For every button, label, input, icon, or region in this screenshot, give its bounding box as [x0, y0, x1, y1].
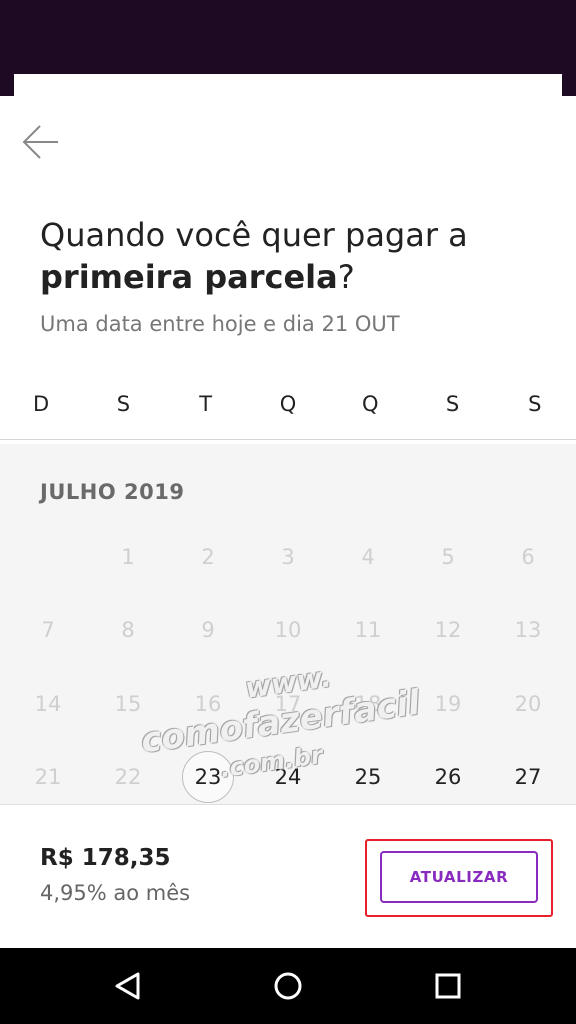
calendar-day: 19 [408, 667, 488, 741]
calendar-day-label: 22 [114, 765, 142, 790]
calendar-day-label: 4 [361, 544, 375, 569]
calendar-day: 9 [168, 594, 248, 668]
status-bar [0, 0, 576, 74]
arrow-left-icon [22, 125, 58, 159]
calendar-day: 4 [328, 520, 408, 594]
weekday-label: S [528, 392, 542, 416]
update-button[interactable]: ATUALIZAR [380, 851, 538, 903]
calendar-day[interactable]: 27 [488, 741, 568, 815]
calendar-day-label: 6 [521, 544, 535, 569]
nav-back-button[interactable] [104, 962, 152, 1010]
calendar-day-label: 2 [201, 544, 215, 569]
calendar-day: 5 [408, 520, 488, 594]
calendar-day: 17 [248, 667, 328, 741]
calendar-day: 3 [248, 520, 328, 594]
calendar-day-label: 7 [41, 618, 55, 643]
calendar-day: 6 [488, 520, 568, 594]
calendar-day-label: 15 [114, 691, 142, 716]
calendar-day: 12 [408, 594, 488, 668]
calendar: JULHO 2019 1 2 3 4 5 6 7 8 9 10 11 12 13 14 15 16 17 18 19… [0, 444, 576, 804]
calendar-day-label: 5 [441, 544, 455, 569]
calendar-day-label: 13 [514, 618, 542, 643]
weekday-label: T [199, 392, 213, 416]
weekday-label: Q [279, 392, 297, 416]
calendar-day[interactable]: 24 [248, 741, 328, 815]
calendar-day-selected[interactable]: 23 [168, 741, 248, 815]
interest-rate: 4,95% ao mês [40, 881, 191, 905]
calendar-day-label: 25 [354, 765, 382, 790]
calendar-day: 11 [328, 594, 408, 668]
calendar-day: 2 [168, 520, 248, 594]
calendar-day-label: 8 [121, 618, 135, 643]
calendar-day: 13 [488, 594, 568, 668]
weekday-label: D [33, 392, 50, 416]
calendar-day-label: 20 [514, 691, 542, 716]
weekday-label: Q [362, 392, 379, 416]
calendar-day: 16 [168, 667, 248, 741]
calendar-day-label: 12 [434, 618, 462, 643]
calendar-day-label: 21 [34, 765, 62, 790]
calendar-day-label: 9 [201, 618, 215, 643]
calendar-day-label: 1 [121, 544, 135, 569]
calendar-day[interactable]: 25 [328, 741, 408, 815]
calendar-day-label: 24 [274, 765, 302, 790]
circle-home-icon [274, 972, 302, 1000]
calendar-day: 21 [8, 741, 88, 815]
calendar-day-label: 3 [281, 544, 295, 569]
weekday-label: S [445, 392, 460, 416]
month-label: JULHO 2019 [40, 480, 185, 504]
title-suffix: ? [337, 258, 355, 296]
calendar-day-label: 18 [354, 691, 382, 716]
calendar-day[interactable]: 26 [408, 741, 488, 815]
title-emphasis: primeira parcela [40, 258, 338, 296]
square-recent-icon [435, 973, 461, 999]
calendar-day: 14 [8, 667, 88, 741]
calendar-day-label: 16 [194, 691, 222, 716]
calendar-day-label: 23 [182, 751, 234, 804]
nav-recent-button[interactable] [424, 962, 472, 1010]
date-picker-sheet: Quando você quer pagar a primeira parcel… [0, 96, 576, 948]
calendar-day: 8 [88, 594, 168, 668]
day-grid: 1 2 3 4 5 6 7 8 9 10 11 12 13 14 15 16 17 18 19 20 21 22 23 24 2… [8, 520, 568, 814]
summary-footer: R$ 178,35 4,95% ao mês ATUALIZAR [0, 804, 576, 948]
calendar-day: 18 [328, 667, 408, 741]
calendar-day: 10 [248, 594, 328, 668]
calendar-day-label: 10 [274, 618, 302, 643]
calendar-day-label: 14 [34, 691, 62, 716]
weekday-header: D S T Q Q S S [0, 376, 576, 440]
calendar-day: 7 [8, 594, 88, 668]
calendar-day: 20 [488, 667, 568, 741]
title-line1: Quando você quer pagar a [40, 216, 468, 254]
back-button[interactable] [18, 120, 62, 164]
calendar-day-label: 19 [434, 691, 462, 716]
calendar-day-label: 27 [514, 765, 542, 790]
calendar-day: 1 [88, 520, 168, 594]
calendar-day-label: 17 [274, 691, 302, 716]
date-range-hint: Uma data entre hoje e dia 21 OUT [40, 312, 400, 336]
nav-home-button[interactable] [264, 962, 312, 1010]
calendar-day [8, 520, 88, 594]
calendar-day: 15 [88, 667, 168, 741]
page-title: Quando você quer pagar a primeira parcel… [40, 214, 540, 298]
calendar-day: 22 [88, 741, 168, 815]
android-nav-bar [0, 948, 576, 1024]
calendar-day-label: 26 [434, 765, 462, 790]
weekday-label: S [116, 392, 131, 416]
calendar-day-label: 11 [354, 618, 382, 643]
triangle-back-icon [115, 972, 140, 1000]
installment-price: R$ 178,35 [40, 845, 171, 871]
